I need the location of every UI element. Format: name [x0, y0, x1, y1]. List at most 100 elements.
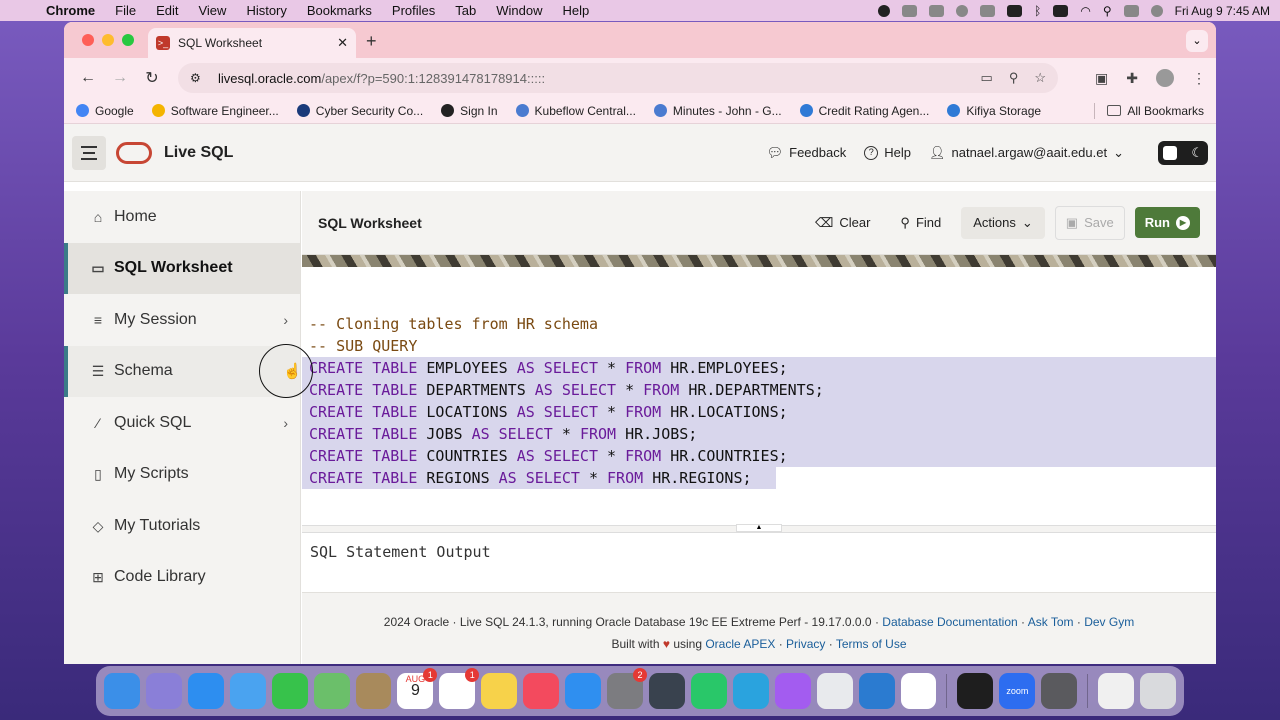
- chrome-icon[interactable]: [816, 673, 853, 709]
- sidebar-item-sql-worksheet[interactable]: ▭ SQL Worksheet: [64, 242, 300, 294]
- bookmark-kifiya-storage[interactable]: Kifiya Storage: [947, 104, 1041, 118]
- menu-edit[interactable]: Edit: [156, 3, 178, 18]
- menu-profiles[interactable]: Profiles: [392, 3, 435, 18]
- back-icon[interactable]: ←: [74, 69, 102, 87]
- profile-avatar[interactable]: [1156, 69, 1174, 87]
- zoom-window-button[interactable]: [122, 34, 134, 46]
- trash-icon[interactable]: [1140, 673, 1177, 709]
- ask-tom-link[interactable]: Ask Tom: [1028, 615, 1074, 629]
- theme-toggle[interactable]: ☾: [1158, 140, 1208, 165]
- terminal-icon[interactable]: [957, 673, 994, 709]
- airdrop-icon[interactable]: [956, 4, 969, 17]
- sidebar-item-my-scripts[interactable]: ▯ My Scripts: [64, 449, 300, 501]
- menu-history[interactable]: History: [246, 3, 286, 18]
- sql-editor[interactable]: -- Cloning tables from HR schema -- SUB …: [302, 267, 1216, 525]
- menu-view[interactable]: View: [198, 3, 226, 18]
- mail-icon[interactable]: [229, 673, 266, 709]
- bookmark-minutes[interactable]: Minutes - John - G...: [653, 104, 782, 118]
- menubar-clock[interactable]: Fri Aug 9 7:45 AM: [1175, 4, 1270, 18]
- finder-icon[interactable]: [104, 673, 140, 709]
- zoom-app-icon[interactable]: zoom: [999, 673, 1036, 709]
- all-bookmarks[interactable]: All Bookmarks: [1107, 104, 1204, 118]
- feedback-link[interactable]: 💬︎ Feedback: [767, 145, 847, 161]
- slack-icon[interactable]: [900, 673, 937, 709]
- launchpad-icon[interactable]: [145, 673, 182, 709]
- wifi-icon[interactable]: ◠: [1080, 4, 1090, 18]
- database-documentation-link[interactable]: Database Documentation: [882, 615, 1017, 629]
- sidebar-item-my-session[interactable]: ≡ My Session ›: [64, 294, 300, 346]
- cast-icon[interactable]: [902, 4, 918, 17]
- minimize-window-button[interactable]: [102, 34, 114, 46]
- splitter-grip-icon[interactable]: ▲: [736, 524, 782, 532]
- menu-help[interactable]: Help: [563, 3, 590, 18]
- battery-icon[interactable]: [1053, 4, 1069, 17]
- messenger-icon[interactable]: [774, 673, 811, 709]
- address-bar[interactable]: ⚙ livesql.oracle.com /apex/f?p=590:1:128…: [178, 63, 1058, 93]
- bookmark-kubeflow[interactable]: Kubeflow Central...: [515, 104, 636, 118]
- calculator-icon[interactable]: [1041, 673, 1078, 709]
- site-info-icon[interactable]: ⚙: [190, 71, 206, 85]
- close-window-button[interactable]: [82, 34, 94, 46]
- help-link[interactable]: ? Help: [864, 145, 911, 160]
- whatsapp-icon[interactable]: [690, 673, 727, 709]
- hamburger-menu-icon[interactable]: [72, 135, 106, 170]
- bookmark-sign-in[interactable]: Sign In: [441, 104, 498, 118]
- menu-tab[interactable]: Tab: [455, 3, 476, 18]
- system-settings-icon[interactable]: 2: [607, 668, 647, 709]
- reload-icon[interactable]: ↻: [138, 68, 166, 88]
- clear-button[interactable]: ⌫ Clear: [805, 207, 880, 239]
- oracle-apex-link[interactable]: Oracle APEX: [705, 637, 775, 651]
- music-icon[interactable]: [523, 673, 560, 709]
- find-button[interactable]: ⚲ Find: [890, 207, 951, 239]
- pane-splitter[interactable]: ▲: [302, 524, 1216, 533]
- app-title[interactable]: Live SQL: [164, 144, 233, 162]
- media-icon[interactable]: ▣: [1095, 70, 1108, 87]
- vscode-icon[interactable]: [858, 673, 895, 709]
- contacts-icon[interactable]: [355, 673, 392, 709]
- install-app-icon[interactable]: ▭: [981, 70, 993, 86]
- close-tab-icon[interactable]: ✕: [337, 35, 348, 51]
- forward-icon[interactable]: →: [106, 69, 134, 87]
- chevron-right-icon[interactable]: ›: [283, 415, 288, 431]
- bluetooth-icon[interactable]: ᛒ: [1034, 4, 1041, 18]
- siri-icon[interactable]: [1150, 4, 1163, 17]
- save-button[interactable]: ▣ Save: [1054, 205, 1125, 240]
- sidebar-item-code-library[interactable]: ⊞ Code Library: [64, 552, 300, 604]
- run-button[interactable]: Run ▶: [1134, 207, 1200, 238]
- spotlight-search-icon[interactable]: ⚲: [1103, 4, 1112, 18]
- facetime-icon[interactable]: [271, 673, 308, 709]
- chrome-menu-icon[interactable]: ⋮: [1192, 70, 1206, 87]
- app-store-icon[interactable]: [565, 673, 602, 709]
- document-icon[interactable]: [1098, 673, 1135, 709]
- apple-icon[interactable]: [18, 4, 32, 18]
- menu-window[interactable]: Window: [496, 3, 542, 18]
- maps-icon[interactable]: [313, 673, 350, 709]
- record-icon[interactable]: [878, 4, 891, 17]
- notes-icon[interactable]: [481, 673, 518, 709]
- cast-icon-2[interactable]: [929, 4, 945, 17]
- zoom-icon[interactable]: ⚲: [1009, 70, 1019, 86]
- tab-search-chevron-icon[interactable]: ⌄: [1186, 30, 1208, 52]
- bookmark-software-engineer[interactable]: Software Engineer...: [151, 104, 279, 118]
- sidebar-item-quick-sql[interactable]: ⁄ Quick SQL ›: [64, 397, 300, 449]
- bookmark-star-icon[interactable]: ☆: [1034, 70, 1046, 86]
- user-menu[interactable]: 👤︎ natnael.argaw@aait.edu.et ⌄: [929, 145, 1124, 161]
- calendar-icon[interactable]: AUG 9 1: [397, 668, 438, 709]
- sidebar-item-my-tutorials[interactable]: ◇ My Tutorials: [64, 500, 300, 552]
- terms-of-use-link[interactable]: Terms of Use: [836, 637, 907, 651]
- bookmark-credit-rating[interactable]: Credit Rating Agen...: [799, 104, 929, 118]
- bookmark-google[interactable]: Google: [76, 104, 134, 118]
- menu-file[interactable]: File: [115, 3, 136, 18]
- telegram-icon[interactable]: [732, 673, 769, 709]
- quicktime-icon[interactable]: [648, 673, 685, 709]
- safari-icon[interactable]: [187, 673, 224, 709]
- actions-button[interactable]: Actions ⌄: [961, 206, 1045, 239]
- bookmark-cyber-security[interactable]: Cyber Security Co...: [296, 104, 423, 118]
- chevron-right-icon[interactable]: ›: [283, 312, 288, 328]
- reminders-icon[interactable]: 1: [439, 668, 480, 709]
- menu-app-name[interactable]: Chrome: [46, 3, 95, 18]
- privacy-link[interactable]: Privacy: [786, 637, 825, 651]
- extensions-icon[interactable]: ✚: [1126, 70, 1138, 87]
- keyboard-input-icon[interactable]: [1007, 4, 1023, 17]
- control-center-icon[interactable]: [1123, 4, 1139, 17]
